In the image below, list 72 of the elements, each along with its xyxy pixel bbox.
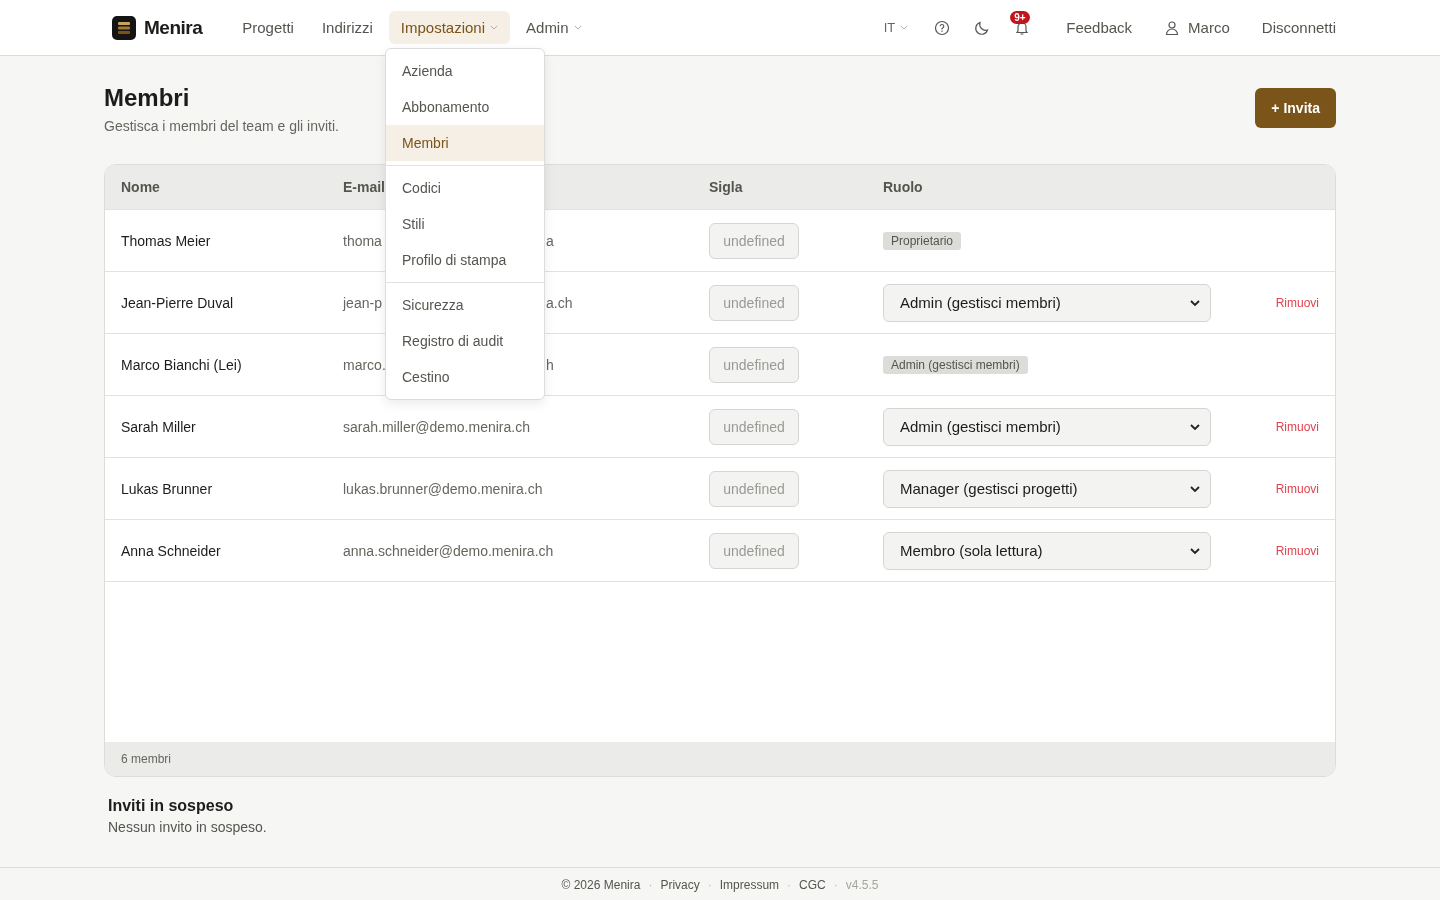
separator-dot: · [787,877,792,892]
menu-item[interactable]: Codici [386,170,544,206]
page-subtitle: Gestisca i membri del team e gli inviti. [104,118,339,134]
menu-item[interactable]: Registro di audit [386,323,544,359]
chevron-down-icon [1190,547,1200,554]
role-badge: Admin (gestisci membri) [883,355,1028,374]
remove-link[interactable]: Rimuovi [1275,543,1319,558]
invite-button[interactable]: + Invita [1255,88,1336,128]
remove-link[interactable]: Rimuovi [1275,295,1319,310]
email-cell: jean-p [343,294,382,311]
column-header: Nome [121,179,160,195]
help-icon[interactable] [934,19,951,36]
menu-item[interactable]: Abbonamento [386,89,544,125]
column-header: E-mail [343,179,385,195]
brand-name[interactable]: Menira [144,16,203,39]
feedback-link[interactable]: Feedback [1066,19,1133,36]
footer-link[interactable]: CGC [799,877,826,892]
email-cell: a [546,232,554,249]
menu-item[interactable]: Sicurezza [386,287,544,323]
email-cell: lukas.brunner@demo.menira.ch [343,480,543,497]
name-cell-text: Marco Bianchi (Lei) [120,356,243,373]
chevron-down-icon [1190,299,1200,306]
footer-link[interactable]: Privacy [660,877,700,892]
separator-dot: · [707,877,712,892]
email-cell: anna.schneider@demo.menira.ch [343,542,554,559]
name-cell-text: Anna Schneider [120,542,222,559]
column-header: Ruolo [883,179,923,195]
name-cell-text: Lukas Brunner [120,480,214,497]
nav-item[interactable]: Progetti [230,11,306,44]
menu-item[interactable]: Cestino [386,359,544,395]
remove-link[interactable]: Rimuovi [1275,481,1319,496]
email-cell: a.ch [546,294,573,311]
member-count: 6 membri [121,752,171,766]
section-title: Inviti in sospeso [108,797,235,815]
page-title: Membri [104,84,191,112]
menu-item[interactable]: Profilo di stampa [386,242,544,278]
chevron-down-icon [1190,423,1200,430]
name-cell-text: Jean-Pierre Duval [120,294,235,311]
separator-dot: · [833,877,838,892]
chevron-down-icon [1190,485,1200,492]
menu-item[interactable]: Membri [386,125,544,161]
nav-item[interactable]: Admin [514,11,594,44]
empty-message: Nessun invito in sospeso. [108,819,268,835]
menu-item[interactable]: Azienda [386,53,544,89]
role-select[interactable]: Manager (gestisci progetti) [883,469,1211,508]
name-cell-text: Thomas Meier [120,232,212,249]
language-selector[interactable]: IT [883,20,909,35]
notification-badge: 9+ [1010,10,1030,24]
name-cell-text: Sarah Miller [120,418,197,435]
nav-item[interactable]: Impostazioni [388,11,511,44]
copyright-text: © 2026 Menira [561,877,641,892]
user-name[interactable]: Marco [1188,19,1230,36]
logout-link[interactable]: Disconnetti [1261,19,1336,36]
role-select[interactable]: Membro (sola lettura) [883,531,1211,570]
version-text: v4.5.5 [845,877,879,892]
remove-link[interactable]: Rimuovi [1275,419,1319,434]
role-badge: Proprietario [883,231,962,250]
email-cell: h [546,356,554,373]
email-cell: sarah.miller@demo.menira.ch [343,418,530,435]
email-cell: marco. [343,356,386,373]
role-select[interactable]: Admin (gestisci membri) [883,407,1211,446]
menu-item[interactable]: Stili [386,206,544,242]
chevron-down-icon [900,25,909,30]
nav-item[interactable]: Indirizzi [309,11,385,44]
logo-icon[interactable] [112,15,136,40]
column-header: Sigla [709,179,743,195]
footer-link[interactable]: Impressum [719,877,780,892]
role-select[interactable]: Admin (gestisci membri) [883,283,1211,322]
separator-dot: · [648,877,653,892]
email-cell: thoma [343,232,382,249]
moon-icon[interactable] [974,19,991,36]
user-icon[interactable] [1164,19,1181,36]
